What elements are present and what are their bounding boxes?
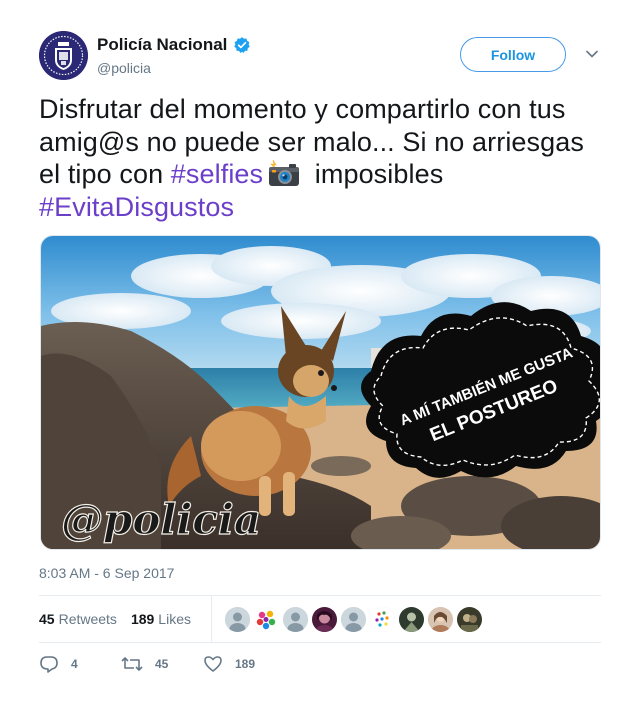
liker-avatar[interactable] [253, 606, 279, 632]
timestamp[interactable]: 8:03 AM - 6 Sep 2017 [39, 565, 174, 581]
name-row: Policía Nacional [97, 35, 251, 55]
retweet-icon [121, 657, 143, 671]
tweet-header: Policía Nacional @policia Follow [39, 31, 601, 80]
liker-avatar[interactable] [427, 606, 453, 632]
likes-label: Likes [158, 611, 191, 627]
like-button[interactable]: 189 [203, 654, 255, 674]
hashtag-evitadisgustos[interactable]: #EvitaDisgustos [39, 192, 234, 222]
engagement-stats: 45 Retweets 189 Likes [39, 596, 601, 642]
divider-bottom [39, 642, 601, 643]
liker-avatars [224, 606, 482, 632]
stats-separator [210, 596, 212, 642]
liker-avatar[interactable] [282, 606, 308, 632]
tweet-actions: 4 45 189 [39, 652, 255, 676]
liker-avatar[interactable] [340, 606, 366, 632]
retweets-stat[interactable]: 45 Retweets [39, 611, 117, 627]
follow-button[interactable]: Follow [460, 37, 566, 72]
tweet-photo[interactable]: A MÍ TAMBIÉN ME GUSTA EL POSTUREO @polic… [40, 235, 601, 550]
likes-stat[interactable]: 189 Likes [131, 611, 191, 627]
liker-avatar[interactable] [224, 606, 250, 632]
heart-icon [204, 656, 222, 672]
retweet-button[interactable]: 45 [121, 654, 203, 674]
retweets-count: 45 [39, 611, 55, 627]
avatar[interactable] [39, 31, 88, 80]
like-count: 189 [235, 657, 256, 671]
display-name[interactable]: Policía Nacional [97, 35, 227, 55]
retweet-count: 45 [155, 657, 169, 671]
liker-avatar[interactable] [311, 606, 337, 632]
police-badge-icon [39, 31, 88, 80]
hashtag-selfies[interactable]: #selfies [171, 159, 263, 189]
reply-icon [40, 656, 58, 673]
tweet-text: Disfrutar del momento y compartirlo con … [39, 93, 604, 223]
camera-with-flash-icon [269, 159, 300, 186]
watermark: @policia [61, 495, 261, 544]
verified-badge-icon [234, 37, 251, 53]
chevron-down-icon[interactable] [585, 47, 599, 61]
likes-count: 189 [130, 611, 155, 627]
reply-count: 4 [71, 657, 78, 671]
liker-avatar[interactable] [369, 606, 395, 632]
liker-avatar[interactable] [398, 606, 424, 632]
retweets-label: Retweets [58, 611, 117, 627]
liker-avatar[interactable] [456, 606, 482, 632]
tweet-text-part2: imposibles [307, 159, 444, 189]
handle[interactable]: @policia [97, 60, 151, 76]
reply-button[interactable]: 4 [39, 654, 121, 674]
photo-scene: A MÍ TAMBIÉN ME GUSTA EL POSTUREO @polic… [41, 236, 600, 549]
